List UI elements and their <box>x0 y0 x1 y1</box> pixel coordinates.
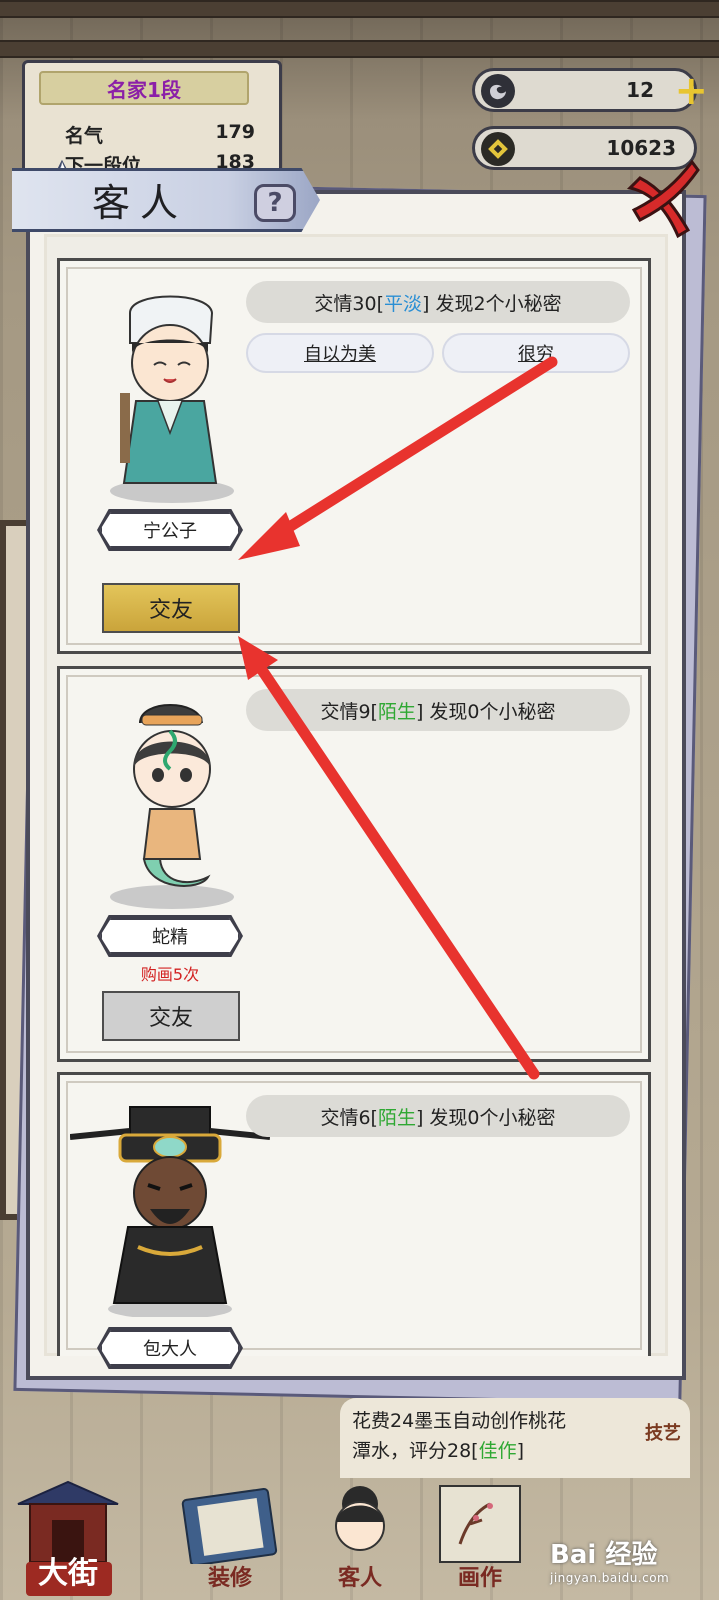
affinity-info: 交情9[陌生] 发现0个小秘密 <box>246 689 630 731</box>
log-quality: 佳作 <box>478 1440 517 1462</box>
make-friend-button[interactable]: 交友 <box>102 583 240 633</box>
affinity-prefix: 交情6[ <box>320 1106 378 1129</box>
affinity-suffix: ] 发现0个小秘密 <box>415 1106 556 1129</box>
ink-jade-counter[interactable]: 12 + <box>472 68 708 113</box>
log-text-end: ] <box>516 1440 525 1462</box>
nav-street[interactable]: 大街 <box>8 1474 128 1600</box>
dialog-title: 客人 <box>92 181 189 225</box>
decorate-book-icon <box>181 1487 278 1567</box>
nav-street-label: 大街 <box>38 1556 98 1591</box>
nav-guests[interactable]: 客人 <box>300 1474 420 1600</box>
guest-card: 宁公子 交情30[平淡] 发现2个小秘密 自以为美 很穷 交友 <box>57 258 651 654</box>
ink-jade-icon <box>481 74 515 108</box>
rank-title: 名家1段 <box>39 71 249 105</box>
add-ink-jade-icon[interactable]: + <box>674 69 708 113</box>
nav-decorate[interactable]: 装修 <box>170 1474 290 1600</box>
log-line-2: 潭水，评分28[佳作] <box>352 1436 678 1466</box>
fame-row: 名气 179 <box>65 121 255 148</box>
affinity-suffix: ] 发现0个小秘密 <box>415 700 556 723</box>
guest-name: 包大人 <box>100 1330 240 1366</box>
skill-tab[interactable]: 技艺 <box>636 1416 690 1448</box>
nav-guests-label: 客人 <box>337 1565 382 1591</box>
purchase-count: 购画5次 <box>140 965 200 984</box>
affinity-suffix: ] 发现2个小秘密 <box>422 292 562 315</box>
fame-label: 名气 <box>65 125 104 147</box>
guest-card: 包大人 交情6[陌生] 发现0个小秘密 <box>57 1072 651 1369</box>
affinity-prefix: 交情9[ <box>320 700 378 723</box>
trait-tag[interactable]: 自以为美 <box>246 333 434 373</box>
nav-paint-label: 画作 <box>457 1565 502 1591</box>
nav-decorate-label: 装修 <box>207 1565 252 1591</box>
ink-jade-value: 12 <box>626 78 654 102</box>
help-button[interactable]: ? <box>254 184 296 222</box>
fame-value: 179 <box>215 121 255 143</box>
affinity-level: 平淡 <box>384 292 423 315</box>
watermark-url: jingyan.baidu.com <box>550 1571 670 1585</box>
coin-value: 10623 <box>606 136 676 160</box>
guest-avatar-bao <box>70 1106 270 1317</box>
make-friend-button[interactable]: 交友 <box>102 991 240 1041</box>
affinity-prefix: 交情30[ <box>314 292 385 315</box>
log-line-1: 花费24墨玉自动创作桃花 <box>352 1410 567 1432</box>
guest-girl-icon <box>335 1486 385 1551</box>
roof-beam <box>0 40 719 58</box>
painting-scroll-icon <box>439 1485 521 1563</box>
close-button[interactable] <box>622 158 700 242</box>
affinity-level: 陌生 <box>377 1106 416 1129</box>
affinity-info: 交情6[陌生] 发现0个小秘密 <box>246 1095 630 1137</box>
guest-avatar-ning <box>110 295 234 503</box>
log-text: 潭水，评分28[ <box>352 1440 479 1462</box>
trait-tag[interactable]: 很穷 <box>442 333 630 373</box>
baidu-watermark: Bai 经验 jingyan.baidu.com <box>550 1534 710 1590</box>
guest-avatar-snake <box>110 704 234 909</box>
affinity-level: 陌生 <box>377 700 416 723</box>
affinity-info: 交情30[平淡] 发现2个小秘密 <box>246 281 630 323</box>
watermark-brand: Bai 经验 <box>550 1540 658 1570</box>
roof-beam <box>0 0 719 18</box>
guest-name: 宁公子 <box>100 512 240 548</box>
guest-name: 蛇精 <box>100 918 240 954</box>
coin-icon <box>481 132 515 166</box>
nav-paint[interactable]: 画作 <box>420 1474 540 1600</box>
guest-card: 蛇精 购画5次 交情9[陌生] 发现0个小秘密 交友 <box>57 666 651 1062</box>
